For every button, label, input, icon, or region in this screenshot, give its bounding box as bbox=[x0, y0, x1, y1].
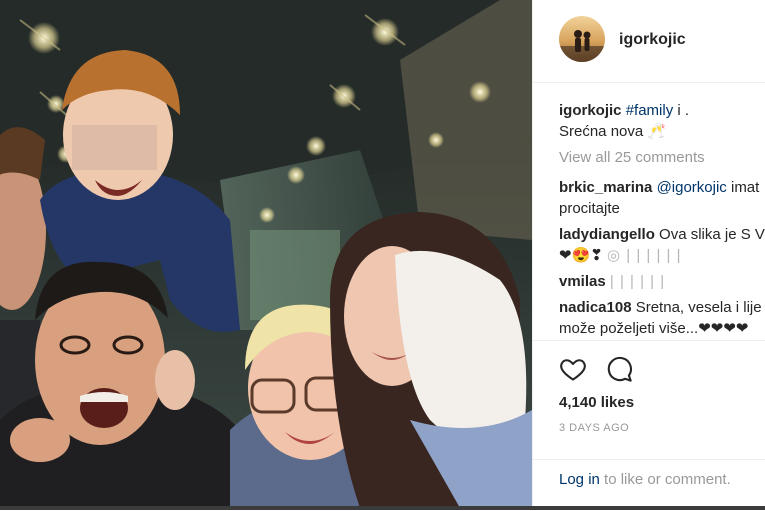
avatar[interactable] bbox=[559, 16, 605, 62]
comment-username[interactable]: vmilas bbox=[559, 273, 606, 290]
like-button[interactable] bbox=[559, 355, 587, 383]
caption-text: i . bbox=[673, 102, 690, 119]
caption-hashtag[interactable]: #family bbox=[626, 102, 674, 119]
caption-line2: Srećna nova 🥂 bbox=[559, 123, 667, 140]
login-link[interactable]: Log in bbox=[559, 471, 600, 488]
comment-item: brkic_marina @igorkojic imat procitajte bbox=[559, 177, 765, 219]
comment-username[interactable]: nadica108 bbox=[559, 299, 632, 316]
bottom-border bbox=[0, 506, 765, 510]
post-timestamp: 3 DAYS AGO bbox=[559, 422, 630, 434]
caption-username[interactable]: igorkojic bbox=[559, 102, 622, 119]
comment-mention[interactable]: @igorkojic bbox=[657, 179, 727, 196]
post-photo[interactable] bbox=[0, 0, 532, 508]
comment-icon bbox=[607, 356, 632, 382]
comment-emoji: ❤😍❣ bbox=[559, 247, 603, 264]
avatar-silhouette-icon bbox=[559, 30, 605, 62]
post-caption: igorkojic #family i . Srećna nova 🥂 bbox=[559, 100, 764, 142]
comment-faint-text: ◎ | | | | | | bbox=[607, 247, 682, 264]
login-prompt-text: to like or comment. bbox=[599, 471, 731, 488]
comment-text-line2: može poželjeti više...❤❤❤❤ bbox=[559, 320, 749, 337]
comment-item: nadica108 Sretna, vesela i lije može pož… bbox=[559, 297, 765, 339]
heart-icon bbox=[560, 359, 586, 381]
comment-text-line2: procitajte bbox=[559, 200, 620, 217]
post-actions: 4,140 likes 3 DAYS AGO Log in to like or… bbox=[533, 340, 765, 511]
view-all-comments-link[interactable]: View all 25 comments bbox=[559, 149, 705, 166]
post-header: igorkojic bbox=[533, 0, 765, 83]
post-side-panel: igorkojic igorkojic #family i . Srećna n… bbox=[532, 0, 765, 506]
comment-username[interactable]: brkic_marina bbox=[559, 179, 652, 196]
comment-item: ladydiangello Ova slika je S V ❤😍❣ ◎ | |… bbox=[559, 224, 765, 266]
comment-text: Ova slika je S V bbox=[654, 226, 765, 243]
header-username[interactable]: igorkojic bbox=[619, 31, 686, 49]
comment-faint-text: | | | | | | bbox=[609, 273, 666, 290]
comment-text: Sretna, vesela i lije bbox=[631, 299, 762, 316]
family-photo-illustration bbox=[0, 0, 532, 508]
comment-button[interactable] bbox=[605, 355, 633, 383]
likes-count[interactable]: 4,140 likes bbox=[559, 394, 634, 411]
comment-item: vmilas | | | | | | bbox=[559, 271, 765, 292]
comment-username[interactable]: ladydiangello bbox=[559, 226, 655, 243]
comment-text: imat bbox=[726, 179, 760, 196]
login-prompt: Log in to like or comment. bbox=[533, 459, 765, 488]
